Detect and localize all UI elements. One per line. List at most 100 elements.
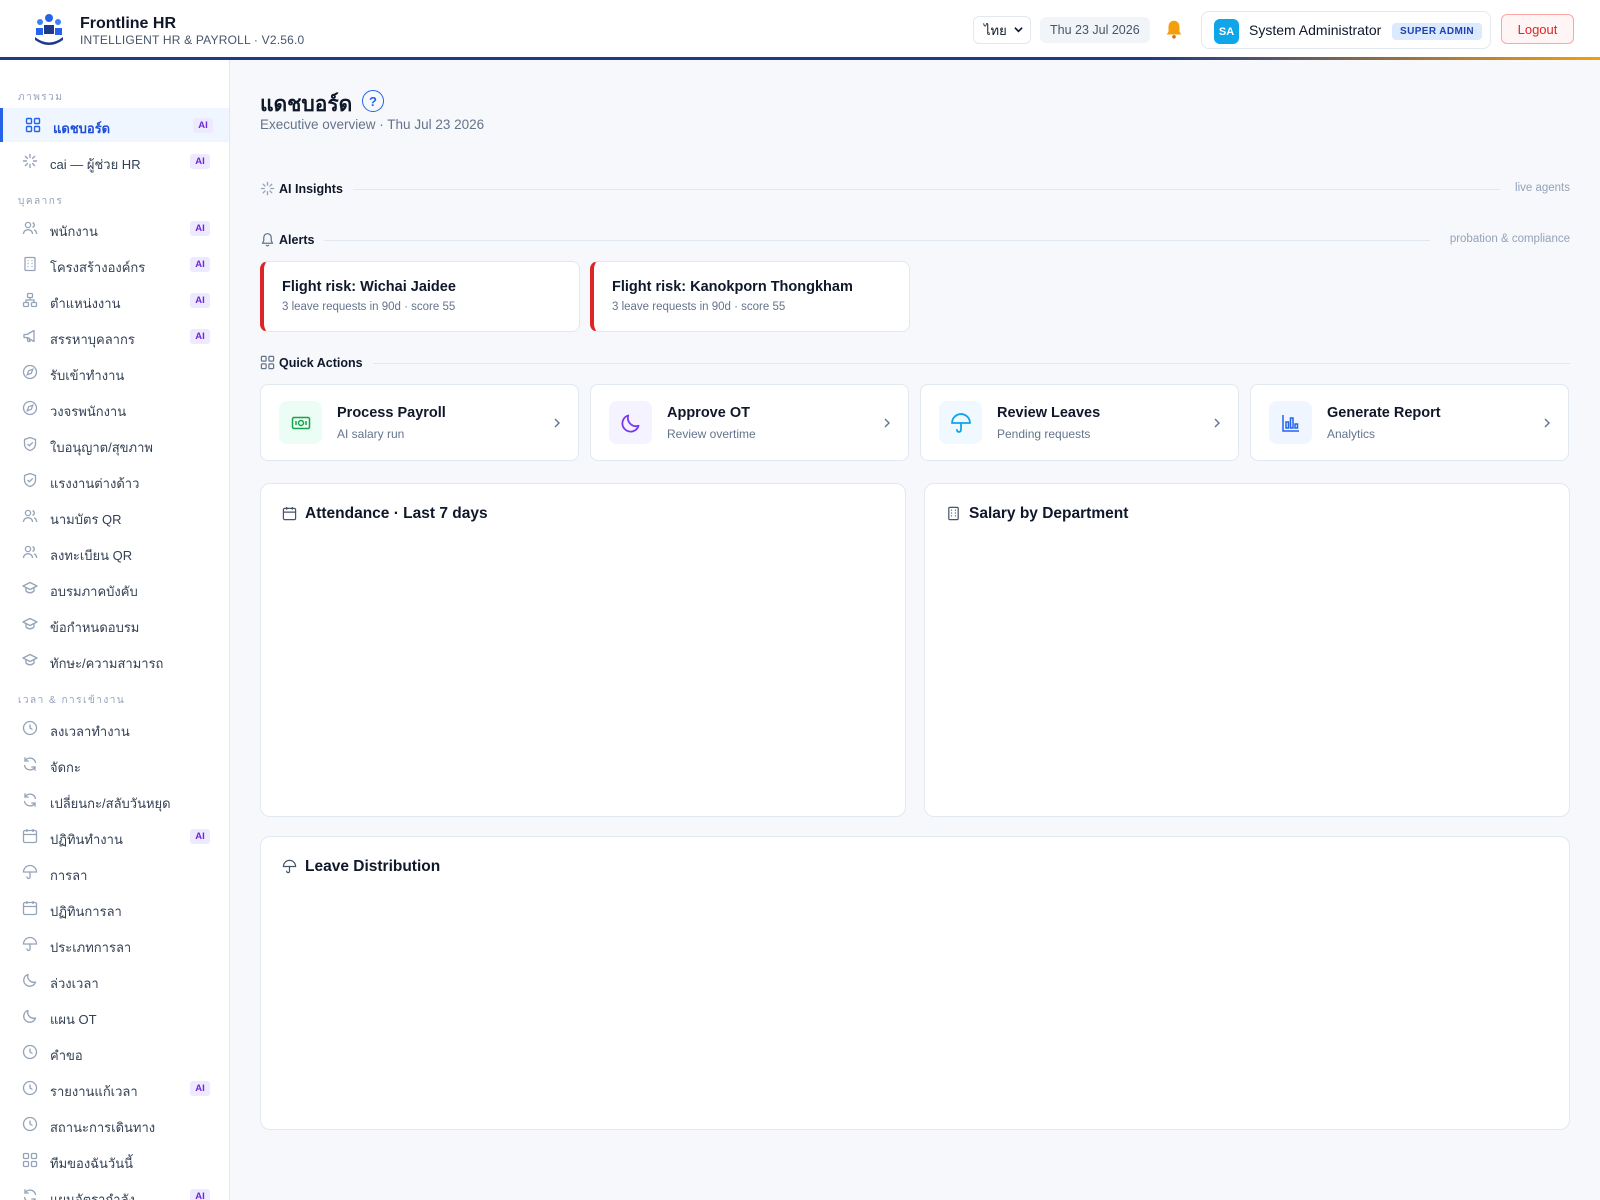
review-leaves-button[interactable]: Review Leaves Pending requests bbox=[920, 384, 1239, 461]
app-logo-icon bbox=[35, 14, 63, 45]
help-button[interactable]: ? bbox=[362, 90, 384, 112]
chevron-right-icon bbox=[1544, 418, 1550, 428]
sidebar-item-dashboard[interactable]: แดชบอร์ด AI bbox=[0, 108, 229, 142]
sidebar-item-label: ลงทะเบียน QR bbox=[50, 548, 133, 563]
ai-badge: AI bbox=[190, 1081, 210, 1096]
sidebar-item-time-clock[interactable]: ลงเวลาทำงาน bbox=[0, 711, 229, 745]
page-subtitle: Executive overview · Thu Jul 23 2026 bbox=[260, 117, 485, 132]
sidebar-item-cai-assistant[interactable]: cai — ผู้ช่วย HR AI bbox=[0, 144, 229, 178]
quick-action-subtitle: Pending requests bbox=[997, 427, 1091, 441]
sidebar-item-label: การลา bbox=[50, 868, 88, 883]
shield-icon bbox=[23, 472, 37, 488]
compass-icon bbox=[22, 400, 38, 416]
sidebar-item-shift-swap[interactable]: เปลี่ยนกะ/สลับวันหยุด bbox=[0, 783, 229, 817]
calendar-icon bbox=[282, 506, 297, 521]
sidebar-item-label: ทีมของฉันวันนี้ bbox=[50, 1156, 133, 1171]
sidebar-item-label: ใบอนุญาต/สุขภาพ bbox=[50, 440, 153, 455]
calendar-icon bbox=[22, 901, 38, 916]
sidebar-item-foreign-workers[interactable]: แรงงานต่างด้าว bbox=[0, 463, 229, 497]
sidebar-item-leave[interactable]: การลา bbox=[0, 855, 229, 889]
process-payroll-button[interactable]: Process Payroll AI salary run bbox=[260, 384, 579, 461]
sidebar-item-workforce-plan[interactable]: แผนอัตรากำลัง AI bbox=[0, 1179, 229, 1200]
ai-badge: AI bbox=[190, 829, 210, 844]
sidebar-item-label: วงจรพนักงาน bbox=[50, 404, 127, 419]
sidebar-item-label: พนักงาน bbox=[50, 224, 98, 239]
sidebar-item-licenses-health[interactable]: ใบอนุญาต/สุขภาพ bbox=[0, 427, 229, 461]
alert-title: Flight risk: Kanokporn Thongkham bbox=[612, 279, 853, 295]
sidebar-item-label: ทักษะ/ความสามารถ bbox=[50, 656, 164, 671]
user-menu[interactable]: SA System Administrator SUPER ADMIN bbox=[1201, 11, 1491, 49]
divider bbox=[350, 189, 1500, 190]
divider bbox=[320, 240, 1430, 241]
sidebar-item-work-calendar[interactable]: ปฏิทินทำงาน AI bbox=[0, 819, 229, 853]
sidebar-item-training-requirements[interactable]: ข้อกำหนดอบรม bbox=[0, 607, 229, 641]
sidebar-item-recruitment[interactable]: สรรหาบุคลากร AI bbox=[0, 319, 229, 353]
refresh-icon bbox=[23, 757, 37, 771]
alert-subtitle: 3 leave requests in 90d · score 55 bbox=[282, 301, 456, 313]
grid-icon bbox=[22, 1152, 38, 1168]
umbrella-icon bbox=[282, 859, 297, 874]
grid-icon bbox=[260, 355, 275, 370]
sidebar-item-travel-status[interactable]: สถานะการเดินทาง bbox=[0, 1107, 229, 1141]
sidebar-item-org-structure[interactable]: โครงสร้างองค์กร AI bbox=[0, 247, 229, 281]
sidebar-section-overview: ภาพรวม bbox=[18, 92, 64, 103]
quick-action-title: Review Leaves bbox=[997, 405, 1101, 421]
sidebar-item-label: โครงสร้างองค์กร bbox=[50, 260, 146, 275]
sidebar-item-label: นามบัตร QR bbox=[50, 512, 122, 527]
sidebar-item-qr-business-card[interactable]: นามบัตร QR bbox=[0, 499, 229, 533]
moon-icon bbox=[609, 401, 652, 444]
bell-outline-icon bbox=[261, 233, 274, 247]
sidebar-item-ot-plan[interactable]: แผน OT bbox=[0, 999, 229, 1033]
sparkle-icon bbox=[260, 181, 275, 196]
sidebar-item-mandatory-training[interactable]: อบรมภาคบังคับ bbox=[0, 571, 229, 605]
sidebar-item-label: ตำแหน่งงาน bbox=[50, 296, 121, 311]
sidebar-item-qr-registration[interactable]: ลงทะเบียน QR bbox=[0, 535, 229, 569]
sidebar-item-skills[interactable]: ทักษะ/ความสามารถ bbox=[0, 643, 229, 677]
generate-report-button[interactable]: Generate Report Analytics bbox=[1250, 384, 1569, 461]
sidebar-item-employee-lifecycle[interactable]: วงจรพนักงาน bbox=[0, 391, 229, 425]
sidebar-item-label: รายงานแก้เวลา bbox=[50, 1084, 138, 1099]
ai-badge: AI bbox=[190, 154, 210, 169]
sidebar-item-overtime[interactable]: ล่วงเวลา bbox=[0, 963, 229, 997]
chevron-right-icon bbox=[884, 418, 890, 428]
sidebar-item-employees[interactable]: พนักงาน AI bbox=[0, 211, 229, 245]
alert-card[interactable]: Flight risk: Wichai Jaidee 3 leave reque… bbox=[260, 261, 580, 332]
attendance-panel: Attendance · Last 7 days bbox=[260, 483, 906, 817]
sidebar-item-onboarding[interactable]: รับเข้าทำงาน bbox=[0, 355, 229, 389]
umbrella-icon bbox=[939, 401, 982, 444]
megaphone-icon bbox=[23, 329, 35, 343]
sidebar-item-my-team-today[interactable]: ทีมของฉันวันนี้ bbox=[0, 1143, 229, 1177]
alert-card[interactable]: Flight risk: Kanokporn Thongkham 3 leave… bbox=[590, 261, 910, 332]
sidebar-item-label: จัดกะ bbox=[50, 760, 81, 775]
salary-by-department-panel: Salary by Department bbox=[924, 483, 1570, 817]
ai-badge: AI bbox=[190, 221, 210, 236]
sidebar-item-positions[interactable]: ตำแหน่งงาน AI bbox=[0, 283, 229, 317]
language-select[interactable]: ไทย bbox=[973, 16, 1031, 44]
sidebar-item-time-correction-report[interactable]: รายงานแก้เวลา AI bbox=[0, 1071, 229, 1105]
sidebar-item-label: สถานะการเดินทาง bbox=[50, 1120, 156, 1135]
avatar: SA bbox=[1214, 19, 1239, 44]
sidebar-item-shift-scheduling[interactable]: จัดกะ bbox=[0, 747, 229, 781]
graduation-icon bbox=[22, 653, 38, 666]
ai-badge: AI bbox=[190, 329, 210, 344]
user-name: System Administrator bbox=[1249, 22, 1382, 38]
approve-ot-button[interactable]: Approve OT Review overtime bbox=[590, 384, 909, 461]
sidebar-item-leave-types[interactable]: ประเภทการลา bbox=[0, 927, 229, 961]
sidebar-item-requests[interactable]: คำขอ bbox=[0, 1035, 229, 1069]
sidebar-item-label: ประเภทการลา bbox=[50, 940, 132, 955]
sidebar-item-label: ปฏิทินการลา bbox=[50, 904, 122, 919]
graduation-icon bbox=[22, 617, 38, 630]
sidebar-item-leave-calendar[interactable]: ปฏิทินการลา bbox=[0, 891, 229, 925]
refresh-icon bbox=[23, 1189, 37, 1200]
calendar-icon bbox=[22, 829, 38, 844]
logout-button[interactable]: Logout bbox=[1501, 14, 1574, 44]
bell-icon[interactable] bbox=[1163, 18, 1185, 40]
ai-badge: AI bbox=[193, 118, 213, 133]
sidebar-item-label: แผนอัตรากำลัง bbox=[50, 1192, 135, 1200]
sidebar-item-label: ข้อกำหนดอบรม bbox=[50, 620, 140, 635]
sidebar-item-label: ลงเวลาทำงาน bbox=[50, 724, 130, 739]
header-accent-bar bbox=[1150, 57, 1600, 60]
sidebar-item-label: สรรหาบุคลากร bbox=[50, 332, 135, 347]
alerts-scope: probation & compliance bbox=[1439, 233, 1570, 245]
quick-action-title: Process Payroll bbox=[337, 405, 446, 421]
